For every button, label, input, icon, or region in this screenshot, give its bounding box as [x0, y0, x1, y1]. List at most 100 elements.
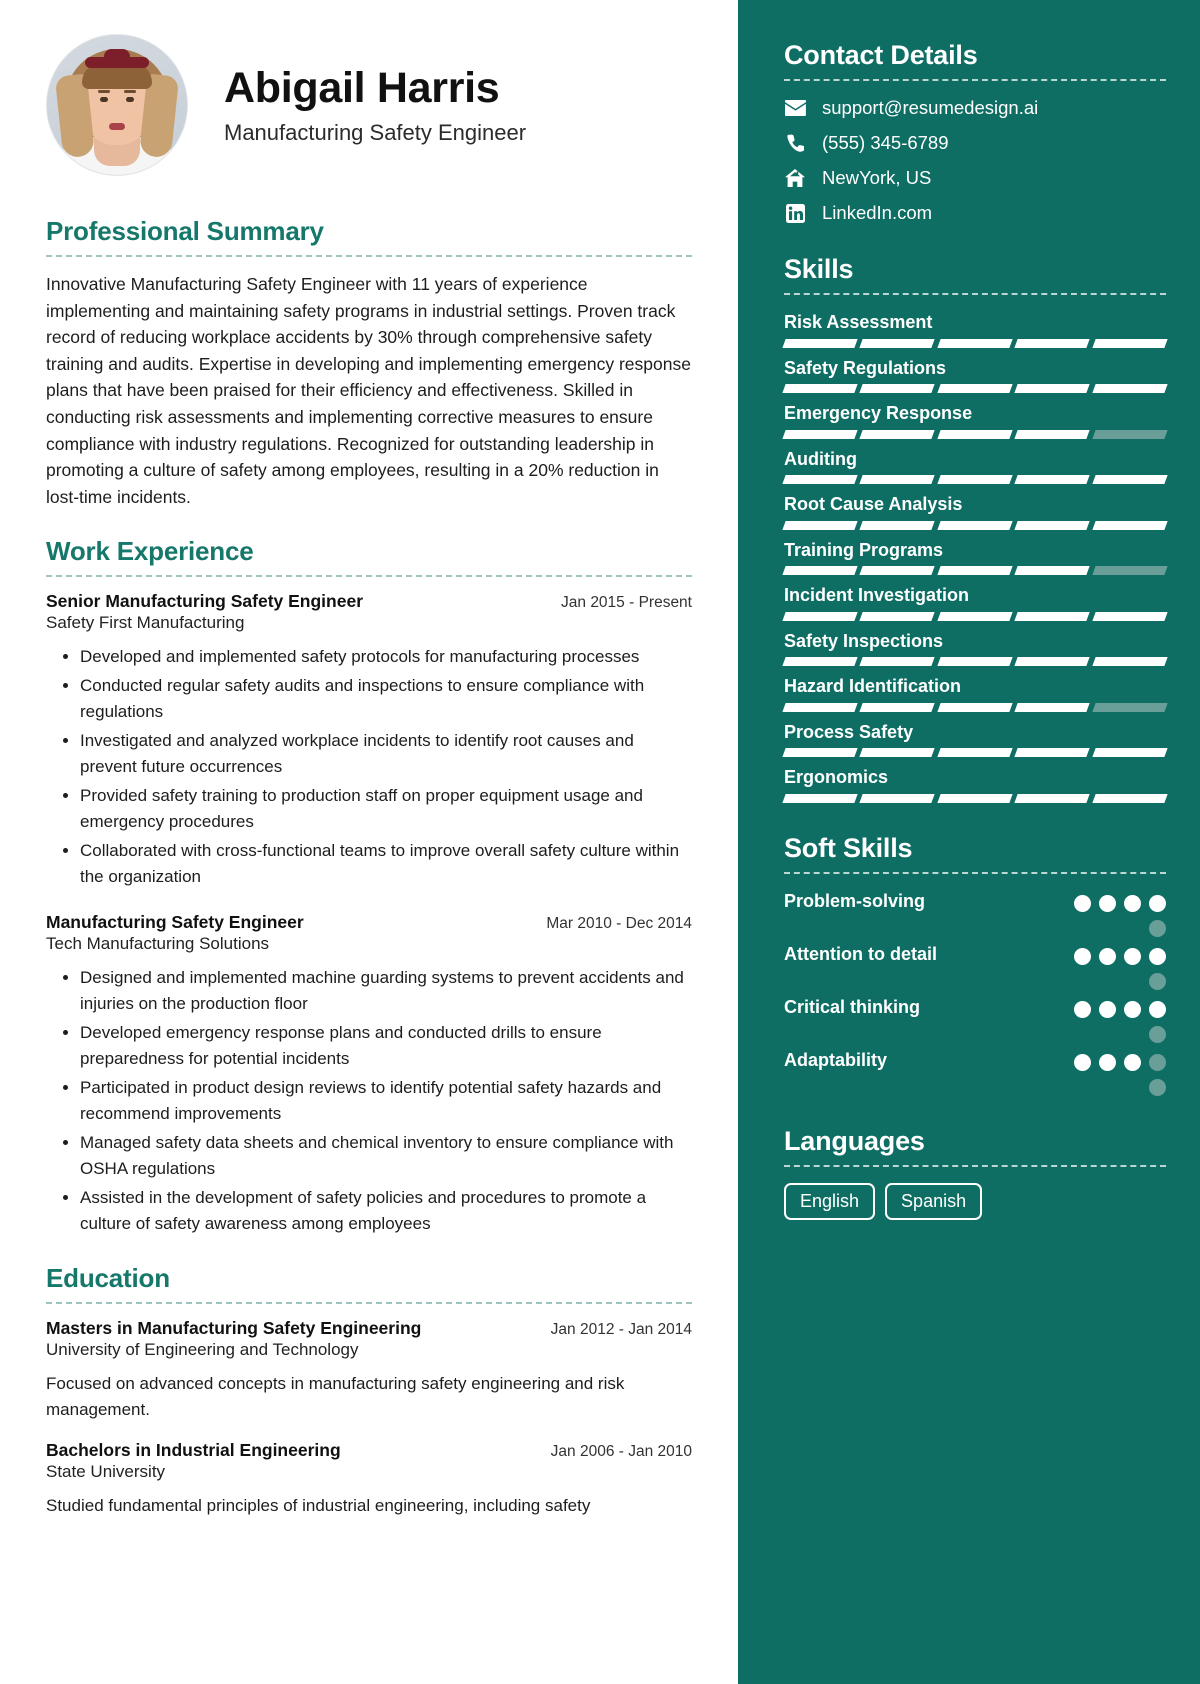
job-bullet: Developed and implemented safety protoco… — [80, 644, 692, 670]
section-soft-skills: Soft Skills Problem-solving Attention to … — [784, 833, 1166, 1096]
skill-bar-segment — [1014, 657, 1091, 666]
skill-bar-segment — [782, 338, 859, 348]
skill-bar-segment — [937, 429, 1013, 439]
skill-level-bar — [782, 611, 1168, 621]
skill-bar-segment — [859, 793, 936, 803]
skill-bar-segment — [1091, 475, 1168, 484]
skill-bar-segment — [937, 793, 1013, 803]
education-description: Studied fundamental principles of indust… — [46, 1496, 591, 1516]
skill-bar-segment — [1014, 429, 1091, 439]
skill-bar-segment — [937, 520, 1013, 530]
soft-skill-rating — [1058, 890, 1166, 937]
summary-text: Innovative Manufacturing Safety Engineer… — [46, 274, 691, 507]
job-bullet: Participated in product design reviews t… — [80, 1075, 692, 1127]
skill-item: Safety Regulations — [782, 357, 1168, 393]
skill-bar-segment — [859, 748, 936, 757]
rating-dot — [1074, 1000, 1091, 1018]
soft-skill-rating — [1058, 943, 1166, 990]
job-organization: Tech Manufacturing Solutions — [46, 934, 270, 954]
skill-level-bar — [782, 475, 1168, 484]
education-entry: Bachelors in Industrial Engineering Jan 2… — [46, 1440, 692, 1519]
rating-dot — [1149, 972, 1166, 990]
contact-item[interactable]: LinkedIn.com — [784, 202, 1166, 224]
section-divider — [46, 1302, 692, 1305]
skill-bar-segment — [859, 566, 936, 575]
skill-bar-segment — [859, 702, 936, 712]
avatar-bow — [104, 49, 130, 64]
skill-bar-segment — [1091, 702, 1168, 712]
job-bullet: Provided safety training to production s… — [80, 783, 692, 835]
rating-dot — [1099, 947, 1116, 965]
section-education: Education Masters in Manufacturing Safet… — [46, 1263, 692, 1519]
skill-bar-segment — [1091, 384, 1168, 393]
skill-level-bar — [782, 338, 1168, 348]
skill-name: Training Programs — [784, 539, 944, 560]
contact-value: LinkedIn.com — [822, 202, 933, 223]
job-title: Senior Manufacturing Safety Engineer — [46, 591, 363, 612]
skill-bar-segment — [859, 384, 936, 393]
skill-bar-segment — [1091, 748, 1168, 757]
job-bullet: Assisted in the development of safety po… — [80, 1185, 692, 1237]
skill-bar-segment — [937, 611, 1013, 621]
contact-item[interactable]: support@resumedesign.ai — [784, 97, 1166, 119]
skill-bar-segment — [782, 793, 859, 803]
job-title: Manufacturing Safety Engineer — [46, 912, 304, 933]
education-header-row: Masters in Manufacturing Safety Engineer… — [46, 1318, 692, 1339]
rating-dot — [1149, 947, 1166, 965]
section-divider — [46, 575, 692, 578]
job-date: Mar 2010 - Dec 2014 — [546, 915, 692, 933]
soft-skill-name: Problem-solving — [784, 890, 926, 911]
job-bullets: Designed and implemented machine guardin… — [46, 965, 692, 1237]
header-text: Abigail Harris Manufacturing Safety Engi… — [224, 64, 526, 147]
skill-bar-segment — [1091, 338, 1168, 348]
skill-bar-segment — [937, 566, 1013, 575]
skill-bar-segment — [937, 475, 1013, 484]
job-bullet: Conducted regular safety audits and insp… — [80, 673, 692, 725]
skill-item: Risk Assessment — [782, 311, 1168, 348]
section-divider — [46, 255, 692, 257]
contact-value: NewYork, US — [822, 167, 932, 188]
skill-level-bar — [782, 657, 1168, 666]
skill-name: Auditing — [784, 448, 857, 469]
skill-bar-segment — [859, 611, 936, 621]
avatar-eye-right — [126, 97, 134, 102]
skill-bar-segment — [1014, 748, 1091, 757]
skill-level-bar — [782, 429, 1168, 439]
skill-bar-segment — [1014, 611, 1091, 621]
skill-item: Emergency Response — [782, 402, 1168, 439]
resume-page: Abigail Harris Manufacturing Safety Engi… — [0, 0, 1200, 1684]
job-bullet: Managed safety data sheets and chemical … — [80, 1130, 692, 1182]
soft-skill-item: Attention to detail — [784, 943, 1166, 990]
education-entry: Masters in Manufacturing Safety Engineer… — [46, 1318, 692, 1422]
skill-item: Root Cause Analysis — [782, 493, 1168, 530]
skill-bar-segment — [1091, 520, 1168, 530]
section-divider — [784, 871, 1166, 874]
skill-bar-segment — [1014, 793, 1091, 803]
rating-dot — [1149, 919, 1166, 937]
skill-name: Root Cause Analysis — [784, 494, 963, 514]
rating-dot — [1099, 1000, 1116, 1018]
skill-bar-segment — [937, 748, 1013, 757]
soft-skill-list: Problem-solving Attention to detail Critic… — [784, 890, 1166, 1096]
job-bullet: Designed and implemented machine guardin… — [80, 965, 692, 1017]
skill-bar-segment — [1014, 702, 1091, 712]
rating-dot — [1124, 894, 1141, 912]
job-bullet: Investigated and analyzed workplace inci… — [80, 728, 692, 780]
education-description: Focused on advanced concepts in manufact… — [46, 1374, 625, 1419]
skill-bar-segment — [782, 657, 859, 666]
candidate-name: Abigail Harris — [224, 63, 500, 112]
avatar-eye-left — [100, 97, 108, 102]
contact-item[interactable]: (555) 345-6789 — [784, 132, 1166, 154]
rating-dot — [1149, 1078, 1166, 1096]
contact-item[interactable]: NewYork, US — [784, 167, 1166, 189]
job-entry: Senior Manufacturing Safety Engineer Jan … — [46, 591, 692, 890]
avatar-brow-left — [98, 90, 110, 93]
language-list: English Spanish — [784, 1182, 1166, 1220]
education-degree: Bachelors in Industrial Engineering — [46, 1440, 341, 1461]
avatar-mouth — [109, 123, 125, 130]
skill-bar-segment — [782, 429, 859, 439]
skill-name: Safety Regulations — [784, 357, 947, 378]
skill-name: Process Safety — [784, 721, 914, 742]
skill-bar-segment — [1014, 520, 1091, 530]
skill-item: Incident Investigation — [782, 584, 1168, 621]
